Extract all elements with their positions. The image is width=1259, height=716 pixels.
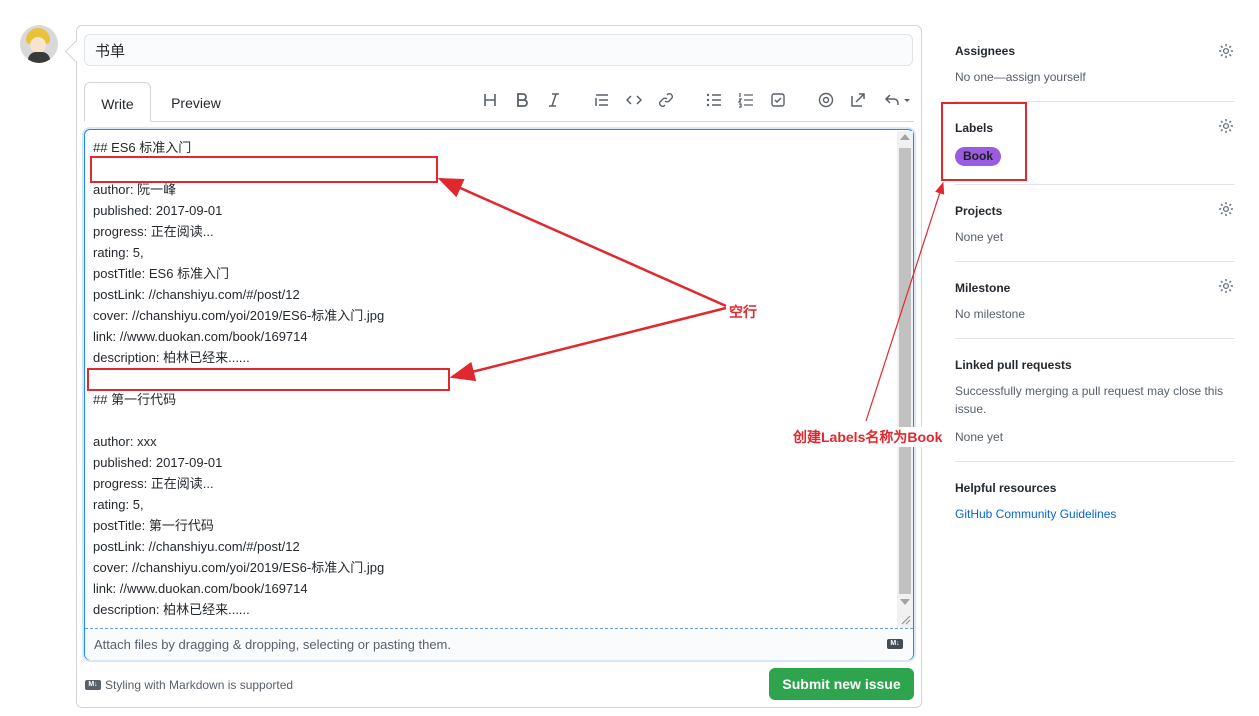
attach-files-text: Attach files by dragging & dropping, sel… [94,637,451,652]
mention-icon[interactable] [816,90,836,110]
markdown-note-icon: M↓ [85,680,101,690]
reply-icon[interactable] [882,90,912,110]
sidebar-assignees-heading[interactable]: Assignees [955,44,1015,58]
sidebar-helpful-heading: Helpful resources [955,481,1057,495]
annotation-blank-line-label: 空行 [729,304,757,320]
linked-description-line2: issue. [955,402,987,416]
body-line[interactable]: postTitle: 第一行代码 [93,515,893,536]
numbered-list-icon[interactable] [736,90,756,110]
tab-divider [84,121,914,122]
gear-icon[interactable] [1218,201,1234,217]
body-line[interactable]: postLink: //chanshiyu.com/#/post/12 [93,536,893,557]
annotation-box-blank-line-1 [90,156,438,183]
task-list-icon[interactable] [768,90,788,110]
sidebar-divider [955,461,1235,462]
body-line[interactable]: rating: 5, [93,242,893,263]
sidebar-divider [955,184,1235,185]
gear-icon[interactable] [1218,43,1234,59]
body-line[interactable]: published: 2017-09-01 [93,452,893,473]
annotation-box-labels [941,102,1027,181]
scroll-down-arrow[interactable] [900,599,910,605]
resize-grip-icon[interactable] [901,615,911,625]
sidebar-divider [955,261,1235,262]
body-line[interactable]: description: 柏林已经来...... [93,347,893,368]
body-line[interactable]: author: xxx [93,431,893,452]
body-line[interactable]: cover: //chanshiyu.com/yoi/2019/ES6-标准入门… [93,557,893,578]
annotation-create-labels-label: 创建Labels名称为Book [793,427,943,447]
linked-description-line1: Successfully merging a pull request may … [955,384,1224,398]
annotation-box-blank-line-2 [87,368,450,391]
body-line[interactable]: cover: //chanshiyu.com/yoi/2019/ES6-标准入门… [93,305,893,326]
body-line[interactable]: link: //www.duokan.com/book/169714 [93,326,893,347]
link-icon[interactable] [656,90,676,110]
heading-icon[interactable] [480,90,500,110]
body-line[interactable]: published: 2017-09-01 [93,200,893,221]
markdown-icon: M↓ [887,639,903,649]
community-guidelines-link[interactable]: GitHub Community Guidelines [955,507,1116,521]
assign-yourself-link[interactable]: No one—assign yourself [955,70,1086,84]
body-line[interactable] [93,410,893,431]
reference-icon[interactable] [848,90,868,110]
gear-icon[interactable] [1218,118,1234,134]
tab-write[interactable]: Write [84,82,151,122]
bulleted-list-icon[interactable] [704,90,724,110]
italic-icon[interactable] [544,90,564,110]
submit-new-issue-button[interactable]: Submit new issue [769,668,914,700]
sidebar-divider [955,338,1235,339]
bold-icon[interactable] [512,90,532,110]
quote-icon[interactable] [592,90,612,110]
body-line[interactable]: postTitle: ES6 标准入门 [93,263,893,284]
sidebar-linked-heading: Linked pull requests [955,358,1072,372]
tab-preview[interactable]: Preview [158,82,234,122]
scroll-up-arrow[interactable] [900,134,910,140]
sidebar-milestone-heading[interactable]: Milestone [955,281,1010,295]
code-icon[interactable] [624,90,644,110]
projects-value: None yet [955,230,1004,244]
body-line[interactable]: description: 柏林已经来...... [93,599,893,620]
body-line[interactable]: progress: 正在阅读... [93,473,893,494]
sidebar-projects-heading[interactable]: Projects [955,204,1002,218]
body-line[interactable]: ## ES6 标准入门 [93,137,893,158]
body-line[interactable]: rating: 5, [93,494,893,515]
issue-title-input[interactable] [84,34,913,66]
gear-icon[interactable] [1218,278,1234,294]
body-line[interactable]: ## 第一行代码 [93,389,893,410]
scrollbar-thumb[interactable] [899,148,911,594]
markdown-supported-link[interactable]: Styling with Markdown is supported [105,678,293,692]
body-line[interactable]: postLink: //chanshiyu.com/#/post/12 [93,284,893,305]
body-line[interactable]: link: //www.duokan.com/book/169714 [93,578,893,599]
avatar[interactable] [20,25,58,63]
linked-value: None yet [955,430,1004,444]
milestone-value: No milestone [955,307,1026,321]
body-line[interactable]: progress: 正在阅读... [93,221,893,242]
